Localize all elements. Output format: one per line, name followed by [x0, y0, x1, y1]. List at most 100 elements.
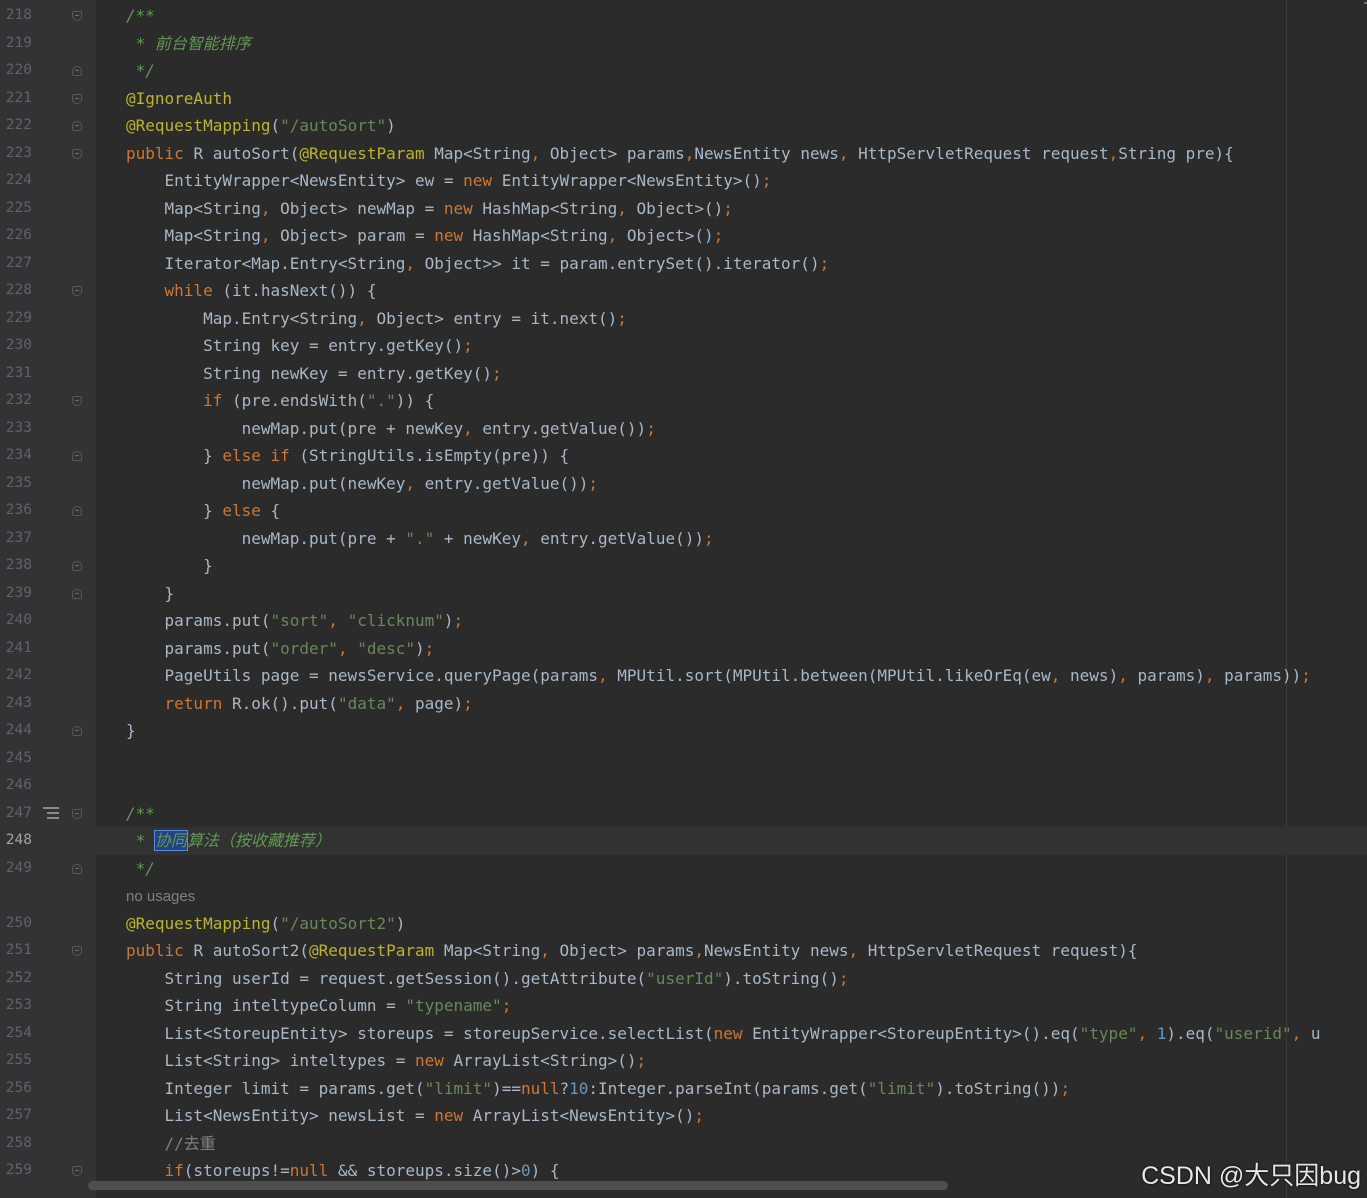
fold-marker-icon[interactable]	[72, 11, 82, 21]
code-token: PageUtils page = newsService.queryPage(p…	[126, 666, 599, 685]
code-token: Map<String	[126, 226, 261, 245]
code-line[interactable]: 246	[0, 772, 1367, 800]
code-line[interactable]: 241 params.put("order", "desc");	[0, 635, 1367, 663]
code-token: )	[386, 116, 396, 135]
code-line[interactable]: 235 newMap.put(newKey, entry.getValue())…	[0, 470, 1367, 498]
line-number: 230	[5, 337, 32, 353]
code-line[interactable]: 251 public R autoSort2(@RequestParam Map<…	[0, 937, 1367, 965]
fold-marker-icon[interactable]	[72, 588, 82, 599]
fold-marker-icon[interactable]	[72, 148, 82, 159]
fold-marker-icon[interactable]	[72, 506, 82, 516]
fold-marker-icon[interactable]	[72, 286, 82, 296]
code-token: ,	[694, 941, 704, 960]
code-line[interactable]: 250 @RequestMapping("/autoSort2")	[0, 910, 1367, 938]
code-token: news)	[1070, 666, 1119, 685]
code-text: String userId = request.getSession().get…	[126, 965, 849, 993]
code-token: ;	[617, 308, 627, 328]
code-line[interactable]: 234 } else if (StringUtils.isEmpty(pre))…	[0, 442, 1367, 470]
fold-marker-icon[interactable]	[72, 451, 82, 461]
code-line[interactable]: 231 String newKey = entry.getKey();	[0, 360, 1367, 388]
fold-marker-icon[interactable]	[72, 66, 82, 76]
fold-marker-icon[interactable]	[72, 946, 82, 956]
code-token: 1	[1156, 1023, 1167, 1043]
code-token: Object>()	[626, 226, 714, 245]
code-line[interactable]: 240 params.put("sort", "clicknum");	[0, 607, 1367, 635]
code-token: HttpServletRequest request	[858, 143, 1109, 163]
fold-marker-icon[interactable]	[72, 1166, 82, 1176]
code-line[interactable]: 243 return R.ok().put("data", page);	[0, 690, 1367, 718]
code-token: Object> entry = it.next()	[376, 308, 618, 328]
code-line[interactable]: 224 EntityWrapper<NewsEntity> ew = new E…	[0, 167, 1367, 195]
code-line[interactable]: 257 List<NewsEntity> newsList = new Arra…	[0, 1102, 1367, 1130]
code-token: }	[126, 446, 223, 465]
code-line[interactable]: 258 //去重	[0, 1130, 1367, 1158]
line-number: 218	[5, 7, 32, 23]
code-text: while (it.hasNext()) {	[126, 277, 377, 305]
code-line[interactable]: 233 newMap.put(pre + newKey, entry.getVa…	[0, 415, 1367, 443]
code-text: public R autoSort2(@RequestParam Map<Str…	[126, 937, 1137, 965]
code-token: if	[203, 391, 232, 410]
fold-marker-icon[interactable]	[72, 121, 82, 131]
code-line[interactable]: 222 @RequestMapping("/autoSort")	[0, 112, 1367, 140]
code-line[interactable]: 252 String userId = request.getSession()…	[0, 965, 1367, 993]
code-text: * 协同算法（按收藏推荐）	[126, 827, 331, 855]
code-line[interactable]: 225 Map<String, Object> newMap = new Has…	[0, 195, 1367, 223]
code-line[interactable]: 244}	[0, 717, 1367, 745]
code-line[interactable]: 253 String inteltypeColumn = "typename";	[0, 992, 1367, 1020]
code-line[interactable]: 221 @IgnoreAuth	[0, 85, 1367, 113]
line-number: 251	[5, 942, 32, 958]
code-line[interactable]: 255 List<String> inteltypes = new ArrayL…	[0, 1047, 1367, 1075]
code-line[interactable]: 236 } else {	[0, 497, 1367, 525]
code-editor[interactable]: 218/** 219 * 前台智能排序 220 */221 @IgnoreAuth 22…	[0, 0, 1367, 1198]
usage-hint[interactable]: no usages	[0, 882, 1367, 910]
code-line[interactable]: 232 if (pre.endsWith(".")) {	[0, 387, 1367, 415]
code-line[interactable]: 228 while (it.hasNext()) {	[0, 277, 1367, 305]
code-line[interactable]: 226 Map<String, Object> param = new Hash…	[0, 222, 1367, 250]
code-line[interactable]: 218 /**	[0, 2, 1367, 30]
code-line[interactable]: 254 List<StoreupEntity> storeups = store…	[0, 1020, 1367, 1048]
horizontal-scrollbar[interactable]	[88, 1181, 948, 1190]
fold-marker-icon[interactable]	[72, 561, 82, 571]
code-line[interactable]: 242 PageUtils page = newsService.queryPa…	[0, 662, 1367, 690]
code-token: "/autoSort2"	[280, 913, 396, 933]
code-line[interactable]: 237 newMap.put(pre + "." + newKey, entry…	[0, 525, 1367, 553]
code-text: no usages	[126, 882, 195, 911]
code-line[interactable]: 239 }	[0, 580, 1367, 608]
line-number: 237	[5, 529, 32, 546]
rendered-doc-toggle-icon[interactable]	[43, 806, 59, 821]
code-text: List<NewsEntity> newsList = new ArrayLis…	[126, 1102, 704, 1130]
code-line[interactable]: 249 */	[0, 855, 1367, 883]
code-token: ).toString()	[723, 968, 839, 988]
code-line[interactable]: 223 public R autoSort(@RequestParam Map<S…	[0, 140, 1367, 168]
code-line[interactable]: 256 Integer limit = params.get("limit")=…	[0, 1075, 1367, 1103]
code-text: params.put("sort", "clicknum");	[126, 607, 464, 635]
fold-marker-icon[interactable]	[72, 396, 82, 406]
fold-marker-icon[interactable]	[72, 863, 82, 874]
code-token: ;	[838, 968, 849, 988]
code-line[interactable]: 229 Map.Entry<String, Object> entry = it…	[0, 305, 1367, 333]
code-line[interactable]: 230 String key = entry.getKey();	[0, 332, 1367, 360]
code-line[interactable]: 219 * 前台智能排序	[0, 30, 1367, 58]
code-token: entry.getValue())	[482, 418, 647, 438]
code-line[interactable]: 248 * 协同算法（按收藏推荐）	[0, 827, 1367, 855]
code-line[interactable]: 245	[0, 745, 1367, 773]
fold-marker-icon[interactable]	[72, 93, 82, 104]
fold-marker-icon[interactable]	[72, 726, 82, 736]
code-line[interactable]: 247 /**	[0, 800, 1367, 828]
code-line[interactable]: 238 }	[0, 552, 1367, 580]
code-text: @RequestMapping("/autoSort")	[126, 112, 396, 140]
code-token: ;	[723, 198, 733, 218]
code-token: String pre){	[1118, 143, 1234, 163]
code-token: HashMap<String	[482, 198, 618, 218]
code-token: }	[126, 501, 223, 520]
code-line[interactable]: 220 */	[0, 57, 1367, 85]
fold-marker-icon[interactable]	[72, 808, 82, 819]
code-line[interactable]: 227 Iterator<Map.Entry<String, Object>> …	[0, 250, 1367, 278]
code-token: ArrayList<String>()	[453, 1051, 637, 1070]
code-text: * 前台智能排序	[126, 30, 251, 58]
code-token: 10	[569, 1078, 589, 1098]
code-token: ;	[713, 226, 724, 245]
code-token: ?	[559, 1078, 570, 1098]
code-text: List<StoreupEntity> storeups = storeupSe…	[126, 1020, 1321, 1048]
